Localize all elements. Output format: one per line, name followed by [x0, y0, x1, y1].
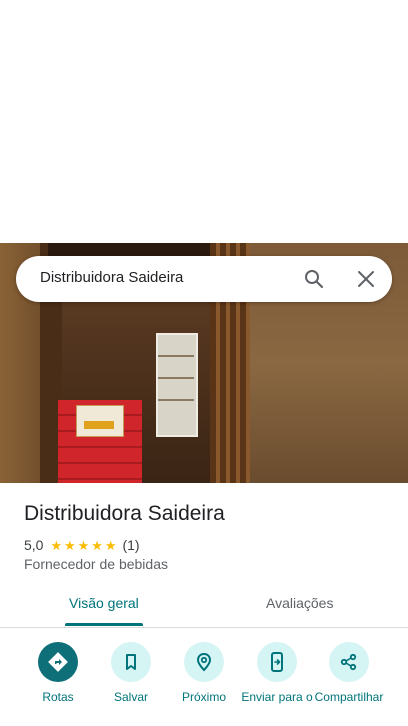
bookmark-icon[interactable] [111, 642, 151, 682]
place-category[interactable]: Fornecedor de bebidas [24, 556, 168, 572]
directions-button[interactable]: Rotas [18, 642, 98, 704]
nearby-icon[interactable] [184, 642, 224, 682]
active-tab-indicator [65, 623, 143, 626]
share-label: Compartilhar [314, 690, 384, 704]
photo-shelf-line [158, 399, 194, 401]
review-count[interactable]: (1) [122, 537, 139, 553]
directions-label: Rotas [42, 690, 74, 704]
send-to-phone-button[interactable]: Enviar para o [237, 642, 317, 704]
rating-value: 5,0 [24, 537, 44, 553]
photo-shelf-line [158, 377, 194, 379]
save-button[interactable]: Salvar [91, 642, 171, 704]
star-icon: ★ [77, 537, 90, 553]
star-icon: ★ [104, 537, 117, 553]
share-icon[interactable] [329, 642, 369, 682]
map-area-blank [0, 0, 408, 243]
nearby-label: Próximo [181, 690, 226, 704]
directions-icon[interactable] [38, 642, 78, 682]
photo-crate-sign-label [84, 421, 114, 429]
send-to-phone-icon[interactable] [257, 642, 297, 682]
star-icon: ★ [50, 537, 63, 553]
tab-reviews[interactable]: Avaliações [266, 595, 333, 611]
search-input[interactable]: Distribuidora Saideira [40, 269, 183, 286]
nearby-button[interactable]: Próximo [164, 642, 244, 704]
star-icon: ★ [91, 537, 103, 553]
send-to-phone-label: Enviar para o [241, 690, 313, 704]
star-icon: ★ [64, 537, 76, 553]
save-label: Salvar [113, 690, 148, 704]
photo-shelf-line [158, 355, 194, 357]
close-icon[interactable] [356, 269, 376, 289]
rating-row[interactable]: 5,0 ★ ★ ★ ★ ★ (1) [24, 536, 140, 554]
search-bar[interactable]: Distribuidora Saideira [16, 256, 392, 302]
tab-divider [0, 627, 408, 628]
search-icon[interactable] [304, 269, 324, 289]
tab-overview[interactable]: Visão geral [69, 595, 139, 611]
place-title: Distribuidora Saideira [24, 502, 225, 525]
photo-shelf [156, 333, 198, 437]
rating-stars: ★ ★ ★ ★ ★ [49, 539, 117, 552]
share-button[interactable]: Compartilhar [309, 642, 389, 704]
